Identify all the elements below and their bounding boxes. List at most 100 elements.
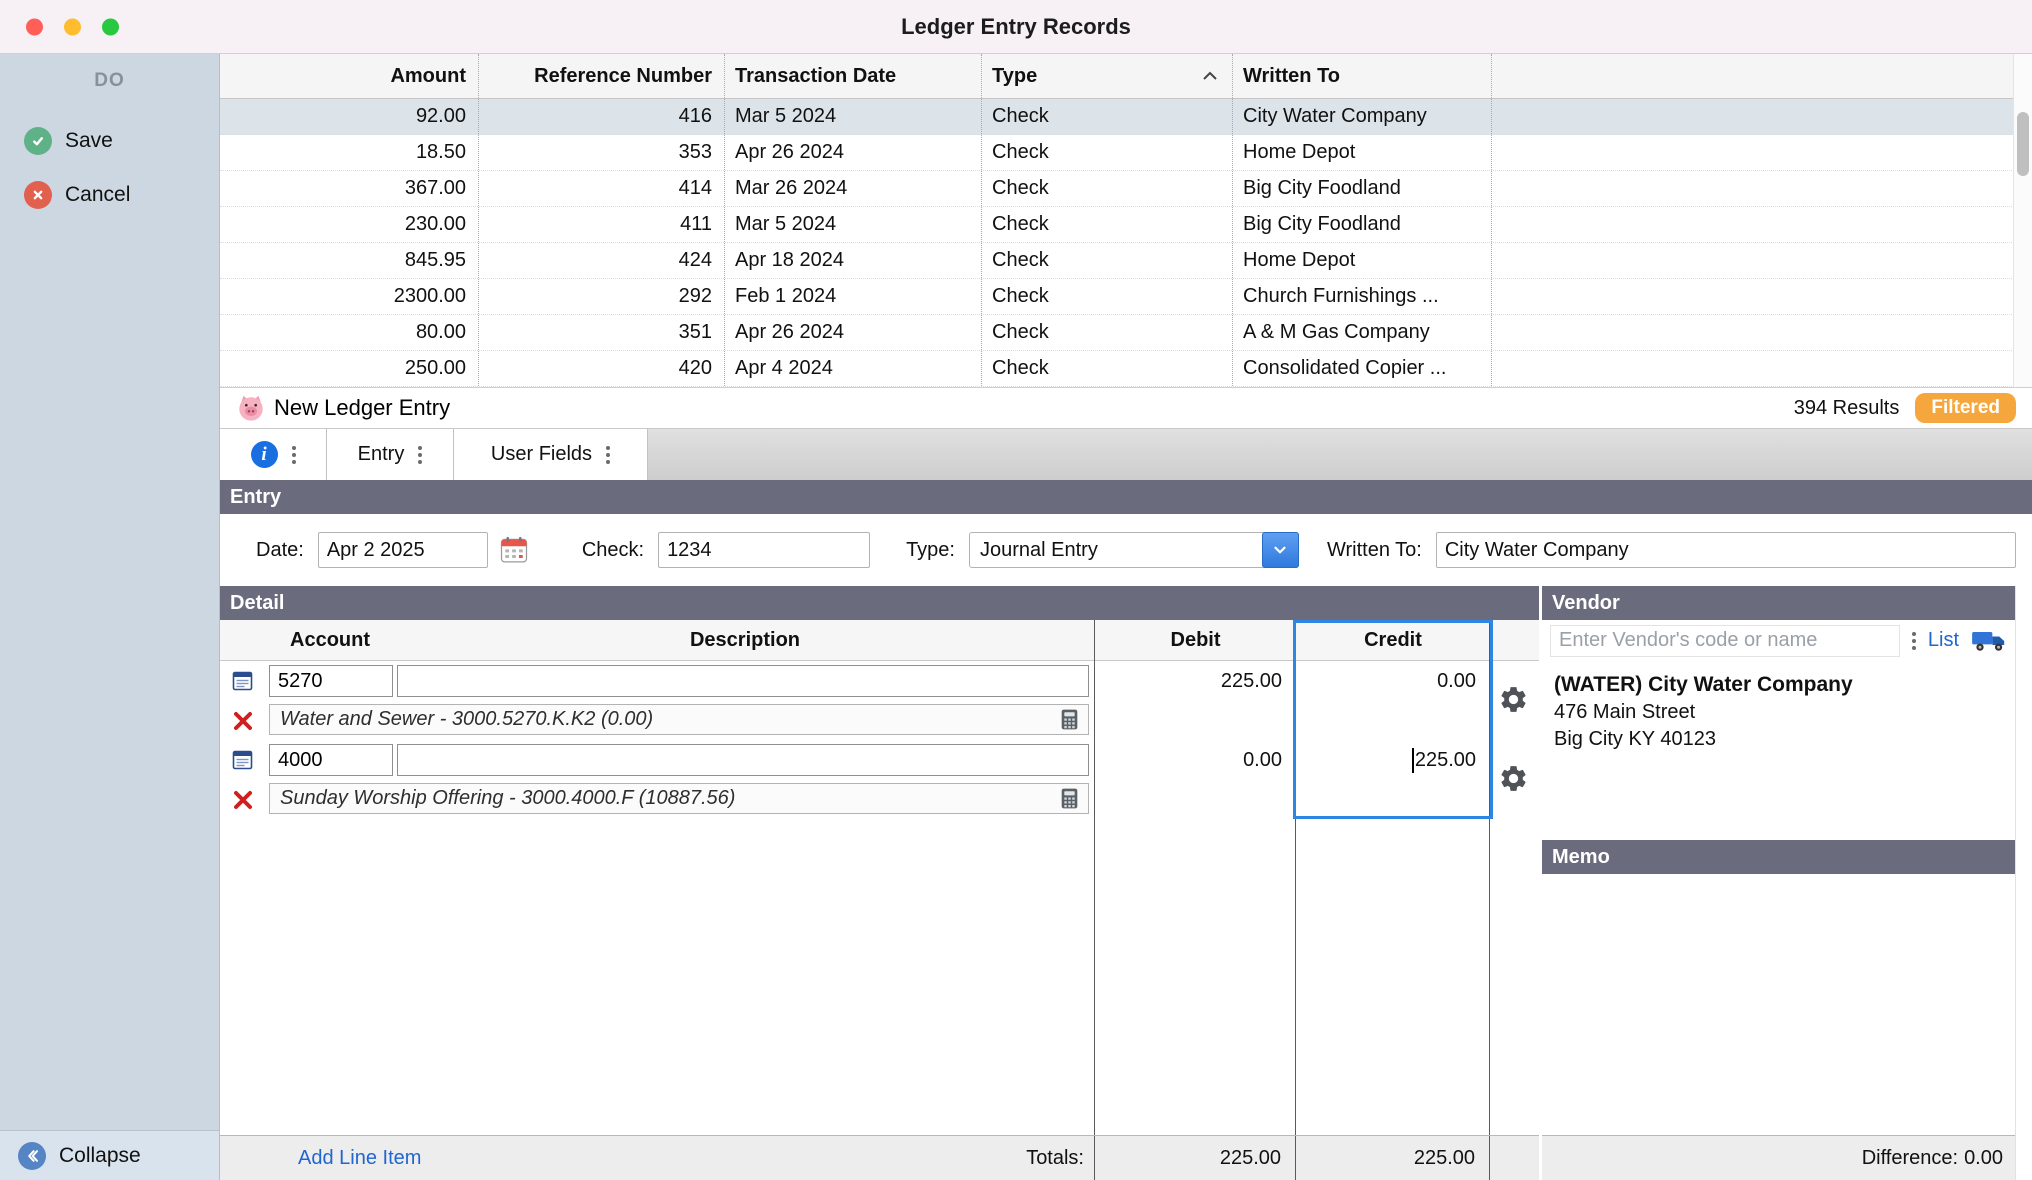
cell-filler [1492, 207, 2032, 242]
entry-section-header: Entry [220, 480, 2032, 514]
cell-date: Mar 5 2024 [725, 99, 982, 134]
detail-line-info-row: Sunday Worship Offering - 3000.4000.F (1… [220, 780, 1539, 819]
cell-date: Mar 26 2024 [725, 171, 982, 206]
tab-user-fields[interactable]: User Fields [454, 429, 648, 480]
credit-cell-active[interactable]: 225.00 [1296, 740, 1490, 780]
column-header-type[interactable]: Type [982, 54, 1233, 98]
account-info-text: Water and Sewer - 3000.5270.K.K2 (0.00) [280, 708, 653, 731]
cell-date: Apr 18 2024 [725, 243, 982, 278]
cell-amount: 80.00 [220, 315, 479, 350]
collapse-button[interactable]: Collapse [0, 1130, 219, 1180]
calculator-button[interactable] [1057, 786, 1082, 811]
do-sidebar: DO Save Cancel C [0, 54, 220, 1180]
truck-icon[interactable] [1971, 628, 2007, 654]
column-header-written-to[interactable]: Written To [1233, 54, 1492, 98]
calculator-icon [1057, 707, 1082, 732]
debit-cell[interactable]: 225.00 [1095, 661, 1296, 701]
vendor-menu-handle-icon[interactable] [1912, 632, 1916, 650]
footer-gear-cell [1490, 1136, 1539, 1180]
zoom-window-button[interactable] [102, 18, 119, 35]
cell-type: Check [982, 243, 1233, 278]
delete-line-button[interactable] [220, 701, 265, 740]
record-title: New Ledger Entry [274, 395, 450, 421]
difference-label: Difference: [1862, 1147, 1958, 1170]
column-header-date[interactable]: Transaction Date [725, 54, 982, 98]
save-button[interactable]: Save [0, 120, 219, 162]
tab-menu-handle-icon[interactable] [606, 446, 610, 464]
close-window-button[interactable] [26, 18, 43, 35]
cell-amount: 845.95 [220, 243, 479, 278]
detail-column-description: Description [395, 620, 1095, 660]
type-select-button[interactable] [1262, 532, 1299, 568]
cancel-button[interactable]: Cancel [0, 174, 219, 216]
tab-menu-handle-icon[interactable] [418, 446, 422, 464]
account-input[interactable] [269, 744, 393, 776]
calendar-button[interactable] [496, 532, 532, 568]
memo-field[interactable] [1542, 874, 2015, 1135]
scrollbar-thumb[interactable] [2017, 112, 2029, 176]
type-select[interactable]: Journal Entry [969, 532, 1299, 568]
vendor-address-line1: 476 Main Street [1554, 699, 2003, 726]
cell-written-to: Consolidated Copier ... [1233, 351, 1492, 386]
delete-line-button[interactable] [220, 780, 265, 819]
detail-gear-column [1490, 620, 1539, 660]
description-input[interactable] [397, 744, 1089, 776]
date-label: Date: [256, 539, 304, 562]
vendor-address-line2: Big City KY 40123 [1554, 726, 2003, 753]
cell-filler [1492, 243, 2032, 278]
description-input[interactable] [397, 665, 1089, 697]
account-cell [265, 661, 395, 701]
written-to-input[interactable] [1436, 532, 2016, 568]
detail-header-row: Account Description Debit Credit [220, 620, 1539, 661]
detail-column-debit: Debit [1095, 620, 1296, 660]
minimize-window-button[interactable] [64, 18, 81, 35]
detail-line-row: 225.00 0.00 [220, 661, 1539, 701]
record-row[interactable]: 92.00 416 Mar 5 2024 Check City Water Co… [220, 99, 2032, 135]
record-row[interactable]: 250.00 420 Apr 4 2024 Check Consolidated… [220, 351, 2032, 387]
cell-reference: 411 [479, 207, 725, 242]
record-row[interactable]: 230.00 411 Mar 5 2024 Check Big City Foo… [220, 207, 2032, 243]
column-header-amount[interactable]: Amount [220, 54, 479, 98]
line-settings-button[interactable] [1498, 763, 1529, 794]
line-settings-button[interactable] [1498, 684, 1529, 715]
cancel-label: Cancel [65, 183, 130, 207]
vendor-search-input[interactable] [1550, 625, 1900, 657]
record-row[interactable]: 2300.00 292 Feb 1 2024 Check Church Furn… [220, 279, 2032, 315]
detail-icon-column [220, 620, 265, 660]
main-panel: Amount Reference Number Transaction Date… [220, 54, 2032, 1180]
record-row[interactable]: 80.00 351 Apr 26 2024 Check A & M Gas Co… [220, 315, 2032, 351]
column-header-reference[interactable]: Reference Number [479, 54, 725, 98]
cell-amount: 250.00 [220, 351, 479, 386]
debit-cell[interactable]: 0.00 [1095, 740, 1296, 780]
account-info-cell: Water and Sewer - 3000.5270.K.K2 (0.00) [265, 701, 1095, 740]
debit-total: 225.00 [1095, 1136, 1296, 1180]
info-icon[interactable]: i [251, 441, 278, 468]
record-row[interactable]: 367.00 414 Mar 26 2024 Check Big City Fo… [220, 171, 2032, 207]
calculator-button[interactable] [1057, 707, 1082, 732]
add-line-item-link[interactable]: Add Line Item [298, 1147, 421, 1170]
difference-value: 0.00 [1964, 1147, 2003, 1170]
detail-line-info-row: Water and Sewer - 3000.5270.K.K2 (0.00) [220, 701, 1539, 740]
detail-table: Account Description Debit Credit [220, 620, 1539, 1135]
cell-type: Check [982, 135, 1233, 170]
memo-section-title: Memo [1552, 846, 1610, 869]
tab-menu-handle-icon[interactable] [292, 446, 296, 464]
account-lookup-button[interactable] [220, 661, 265, 701]
record-status-bar: New Ledger Entry 394 Results Filtered [220, 388, 2032, 428]
record-row[interactable]: 18.50 353 Apr 26 2024 Check Home Depot [220, 135, 2032, 171]
records-scrollbar[interactable] [2013, 54, 2032, 387]
app-window: Ledger Entry Records DO Save Cancel [0, 0, 2032, 1180]
tab-entry[interactable]: Entry [327, 429, 454, 480]
column-header-filler [1492, 54, 2032, 98]
vendor-list-link[interactable]: List [1928, 629, 1959, 652]
account-lookup-button[interactable] [220, 740, 265, 780]
account-input[interactable] [269, 665, 393, 697]
date-input[interactable] [318, 532, 488, 568]
cell-type: Check [982, 315, 1233, 350]
detail-panel: Detail Account Description Debit Credit [220, 586, 1539, 1180]
filtered-badge[interactable]: Filtered [1915, 393, 2016, 423]
record-row[interactable]: 845.95 424 Apr 18 2024 Check Home Depot [220, 243, 2032, 279]
check-number-input[interactable] [658, 532, 870, 568]
credit-cell[interactable]: 0.00 [1296, 661, 1490, 701]
cell-type: Check [982, 279, 1233, 314]
